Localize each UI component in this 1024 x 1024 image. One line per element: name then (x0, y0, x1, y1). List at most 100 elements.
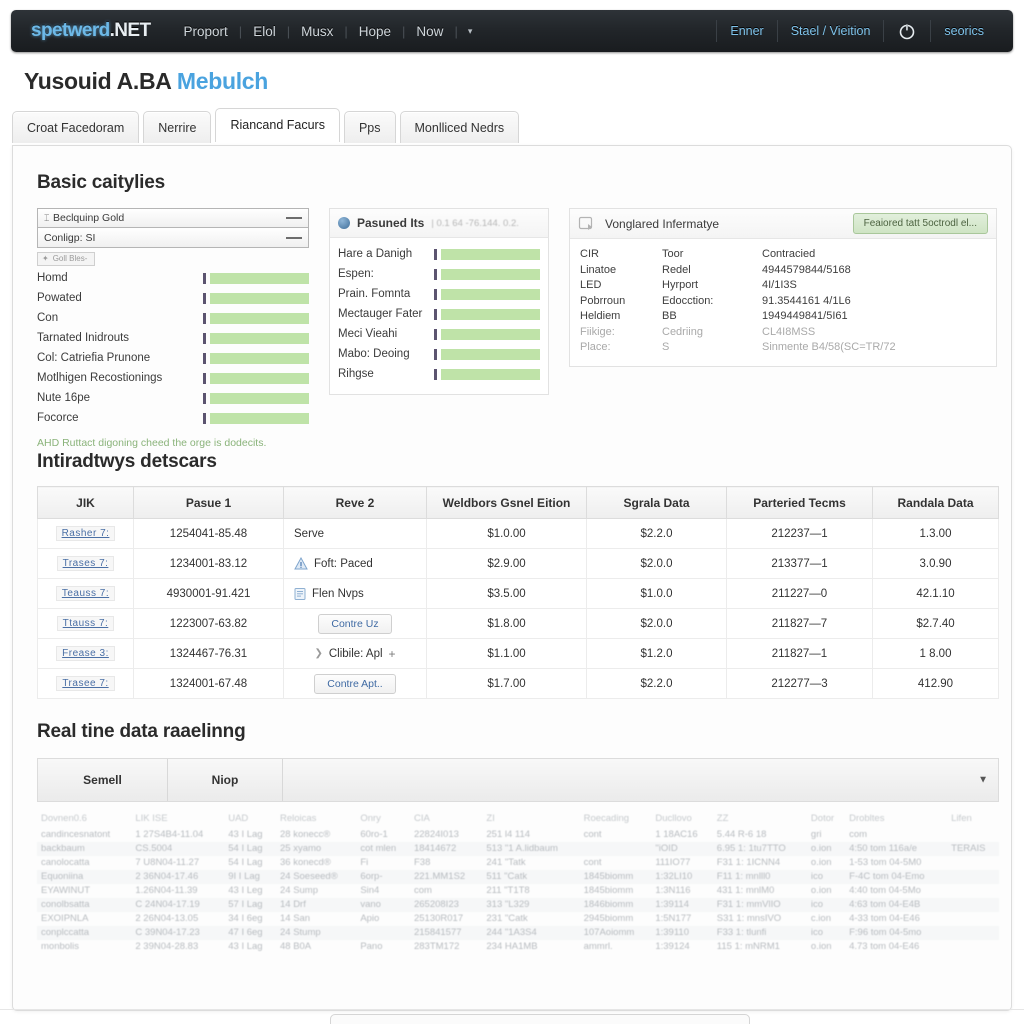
cell-parteried: 211827—7 (726, 608, 873, 639)
realtime-log-cell: S31 1: mnsIVO (716, 913, 782, 924)
nav-link-4[interactable]: Now (405, 24, 454, 39)
realtime-col-header: Drobltes (849, 812, 885, 824)
realtime-section-heading: Real tine data raaelinng (37, 721, 246, 742)
main-panel: Basic caitylies ⌶ Beclquinp Gold Conligp… (12, 145, 1012, 1011)
chevron-down-icon[interactable]: ▼ (978, 775, 988, 786)
bar-label: Tarnated Inidrouts (37, 332, 130, 344)
nav-right-link-seorics[interactable]: seorics (931, 24, 997, 38)
info-col-1: LED (580, 279, 602, 291)
cell-weldbors: $1.1.00 (426, 638, 587, 669)
bar-label: Focorce (37, 412, 79, 424)
capability-bar-row: Homd (37, 268, 309, 288)
chevron-right-icon[interactable]: ❯ (314, 648, 322, 659)
realtime-log-cell: 244 "1A3S4 (482, 925, 580, 940)
nav-link-1[interactable]: Elol (242, 24, 287, 39)
row-link[interactable]: Trasee 7: (56, 676, 115, 691)
power-icon[interactable] (894, 18, 920, 44)
info-row: Pobrroun Edocction: 91.3544161 4/1L6 (580, 294, 986, 310)
realtime-log-row: EYAWINUT 1.26N04-11.39 43 I Leg 24 Sump Sin4… (37, 884, 999, 898)
col-reve-2[interactable]: Reve 2 (283, 486, 427, 519)
row-link[interactable]: Rasher 7: (55, 526, 116, 541)
cell-parteried: 211227—0 (726, 578, 873, 609)
realtime-log-cell: 9I I Lag (224, 869, 276, 884)
plus-icon[interactable]: + (389, 647, 396, 661)
cell-reve: Contre Uz (283, 608, 427, 639)
contre-apt-button[interactable]: Contre Apt.. (314, 673, 396, 694)
chevron-down-icon[interactable]: ▾ (458, 26, 483, 37)
cell-randala: $2.7.40 (872, 608, 999, 639)
row-link[interactable]: Trases 7: (56, 556, 115, 571)
realtime-log-cell: CS.5004 (131, 841, 225, 856)
featured-action-button[interactable]: Feaiored tatt 5octrodl el... (852, 213, 988, 234)
realtime-header-row: Dovnen0.6 LIK ISE UAD Reloicas Onry CIA ZI Roec… (37, 811, 999, 828)
select-beclquinp-gold[interactable]: ⌶ Beclquinp Gold (37, 208, 309, 228)
bar-label: Nute 16pe (37, 392, 91, 404)
realtime-log-cell: 215841577 (409, 925, 483, 940)
capability-bar-row: Col: Catriefia Prunone (37, 348, 309, 368)
table-row[interactable]: Rasher 7: 1254041-85.48 Serve $1.0.00 $2… (37, 518, 999, 549)
info-col-3: Contracied (762, 248, 816, 260)
tab-monlliced-nedrs[interactable]: Monlliced Nedrs (399, 111, 520, 143)
bar-tick-icon (203, 412, 206, 424)
info-col-2: S (662, 341, 670, 353)
info-col-2: Cedriing (662, 325, 703, 338)
table-row[interactable]: Frease 3: 1324467-76.31 ❯ Clibile: Apl +… (37, 638, 999, 669)
tab-croat-facedoram[interactable]: Croat Facedoram (12, 111, 140, 143)
col-pasue-1[interactable]: Pasue 1 (133, 486, 284, 519)
table-row[interactable]: Trases 7: 1234001-83.12 Foft: Paced $2.9… (37, 548, 999, 579)
bar-track (210, 332, 309, 344)
cell-sgrala: $1.2.0 (586, 638, 727, 669)
cell-parteried: 212277—3 (726, 668, 873, 699)
bar-tick-icon (434, 288, 437, 300)
col-weldbors[interactable]: Weldbors Gsnel Eition (426, 486, 587, 519)
col-sgrala[interactable]: Sgrala Data (586, 486, 727, 519)
info-col-1: Place: (580, 341, 611, 353)
row-link[interactable]: Ttauss 7: (56, 616, 115, 631)
realtime-log-cell: Pano (360, 941, 383, 952)
table-row[interactable]: Teauss 7: 4930001-91.421 Flen Nvps $3.5.… (37, 578, 999, 609)
realtime-col-header: Onry (360, 812, 381, 824)
bar-track (441, 308, 540, 320)
cell-sgrala: $1.0.0 (586, 578, 727, 609)
tab-riancand-facurs[interactable]: Riancand Facurs (215, 108, 340, 142)
info-col-3: 4944579844/5168 (762, 263, 851, 276)
bar-track (441, 348, 540, 360)
col-parteried[interactable]: Parteried Tecms (726, 486, 873, 519)
cell-weldbors: $3.5.00 (426, 578, 587, 609)
realtime-log-cell: 4-33 tom 04-E46 (849, 913, 920, 924)
nav-right-link-account[interactable]: Stael / Vieition (778, 24, 884, 38)
tab-nerrire[interactable]: Nerrire (143, 111, 212, 143)
nav-link-0[interactable]: Proport (173, 24, 239, 39)
info-row: Heldiem BB 1949449841/5I61 (580, 309, 986, 325)
cell-parteried: 211827—1 (726, 638, 873, 669)
realtime-log-row: candincesnatont 1 27S4B4-11.04 43 I Lag 28 … (37, 828, 999, 842)
row-link[interactable]: Frease 3: (56, 646, 115, 661)
realtime-log-cell: 24 Soeseed® (275, 869, 357, 884)
realtime-tab-niop[interactable]: Niop (168, 759, 283, 801)
tab-pps[interactable]: Pps (343, 111, 396, 143)
info-col-3: 1949449841/5I61 (762, 310, 848, 322)
nav-link-2[interactable]: Musx (290, 24, 344, 39)
bar-label: Motlhigen Recostionings (37, 372, 163, 384)
realtime-log-cell: 24 Stump (275, 925, 357, 940)
capability-bar-row: Rihgse (338, 364, 540, 384)
realtime-log-cell: 221.MM1S2 (409, 869, 483, 884)
table-row[interactable]: Ttauss 7: 1223007-63.82 Contre Uz $1.8.0… (37, 608, 999, 639)
col-jik[interactable]: JIK (37, 486, 134, 519)
nav-right-link-enner[interactable]: Enner (717, 24, 776, 38)
select-conligp[interactable]: Conligp: SI (37, 228, 309, 248)
realtime-log-cell: 431 1: mnlM0 (716, 885, 775, 896)
cell-reve-text: Clibile: Apl (328, 647, 383, 660)
bar-tick-icon (203, 332, 206, 344)
contre-uz-button[interactable]: Contre Uz (318, 613, 392, 634)
row-link[interactable]: Teauss 7: (55, 586, 116, 601)
inline-chip[interactable]: ✦ Goll Bles- (37, 252, 96, 266)
nav-link-3[interactable]: Hope (348, 24, 402, 39)
realtime-log-cell (356, 925, 410, 940)
realtime-tab-semell[interactable]: Semell (38, 759, 168, 801)
realtime-log-cell: 5.44 R-6 18 (716, 829, 767, 840)
brand-logo[interactable]: spetwerd.NET (31, 20, 151, 42)
col-randala[interactable]: Randala Data (872, 486, 999, 519)
realtime-log-cell: cont (583, 857, 602, 868)
table-row[interactable]: Trasee 7: 1324001-67.48 Contre Apt.. $1.… (37, 668, 999, 699)
